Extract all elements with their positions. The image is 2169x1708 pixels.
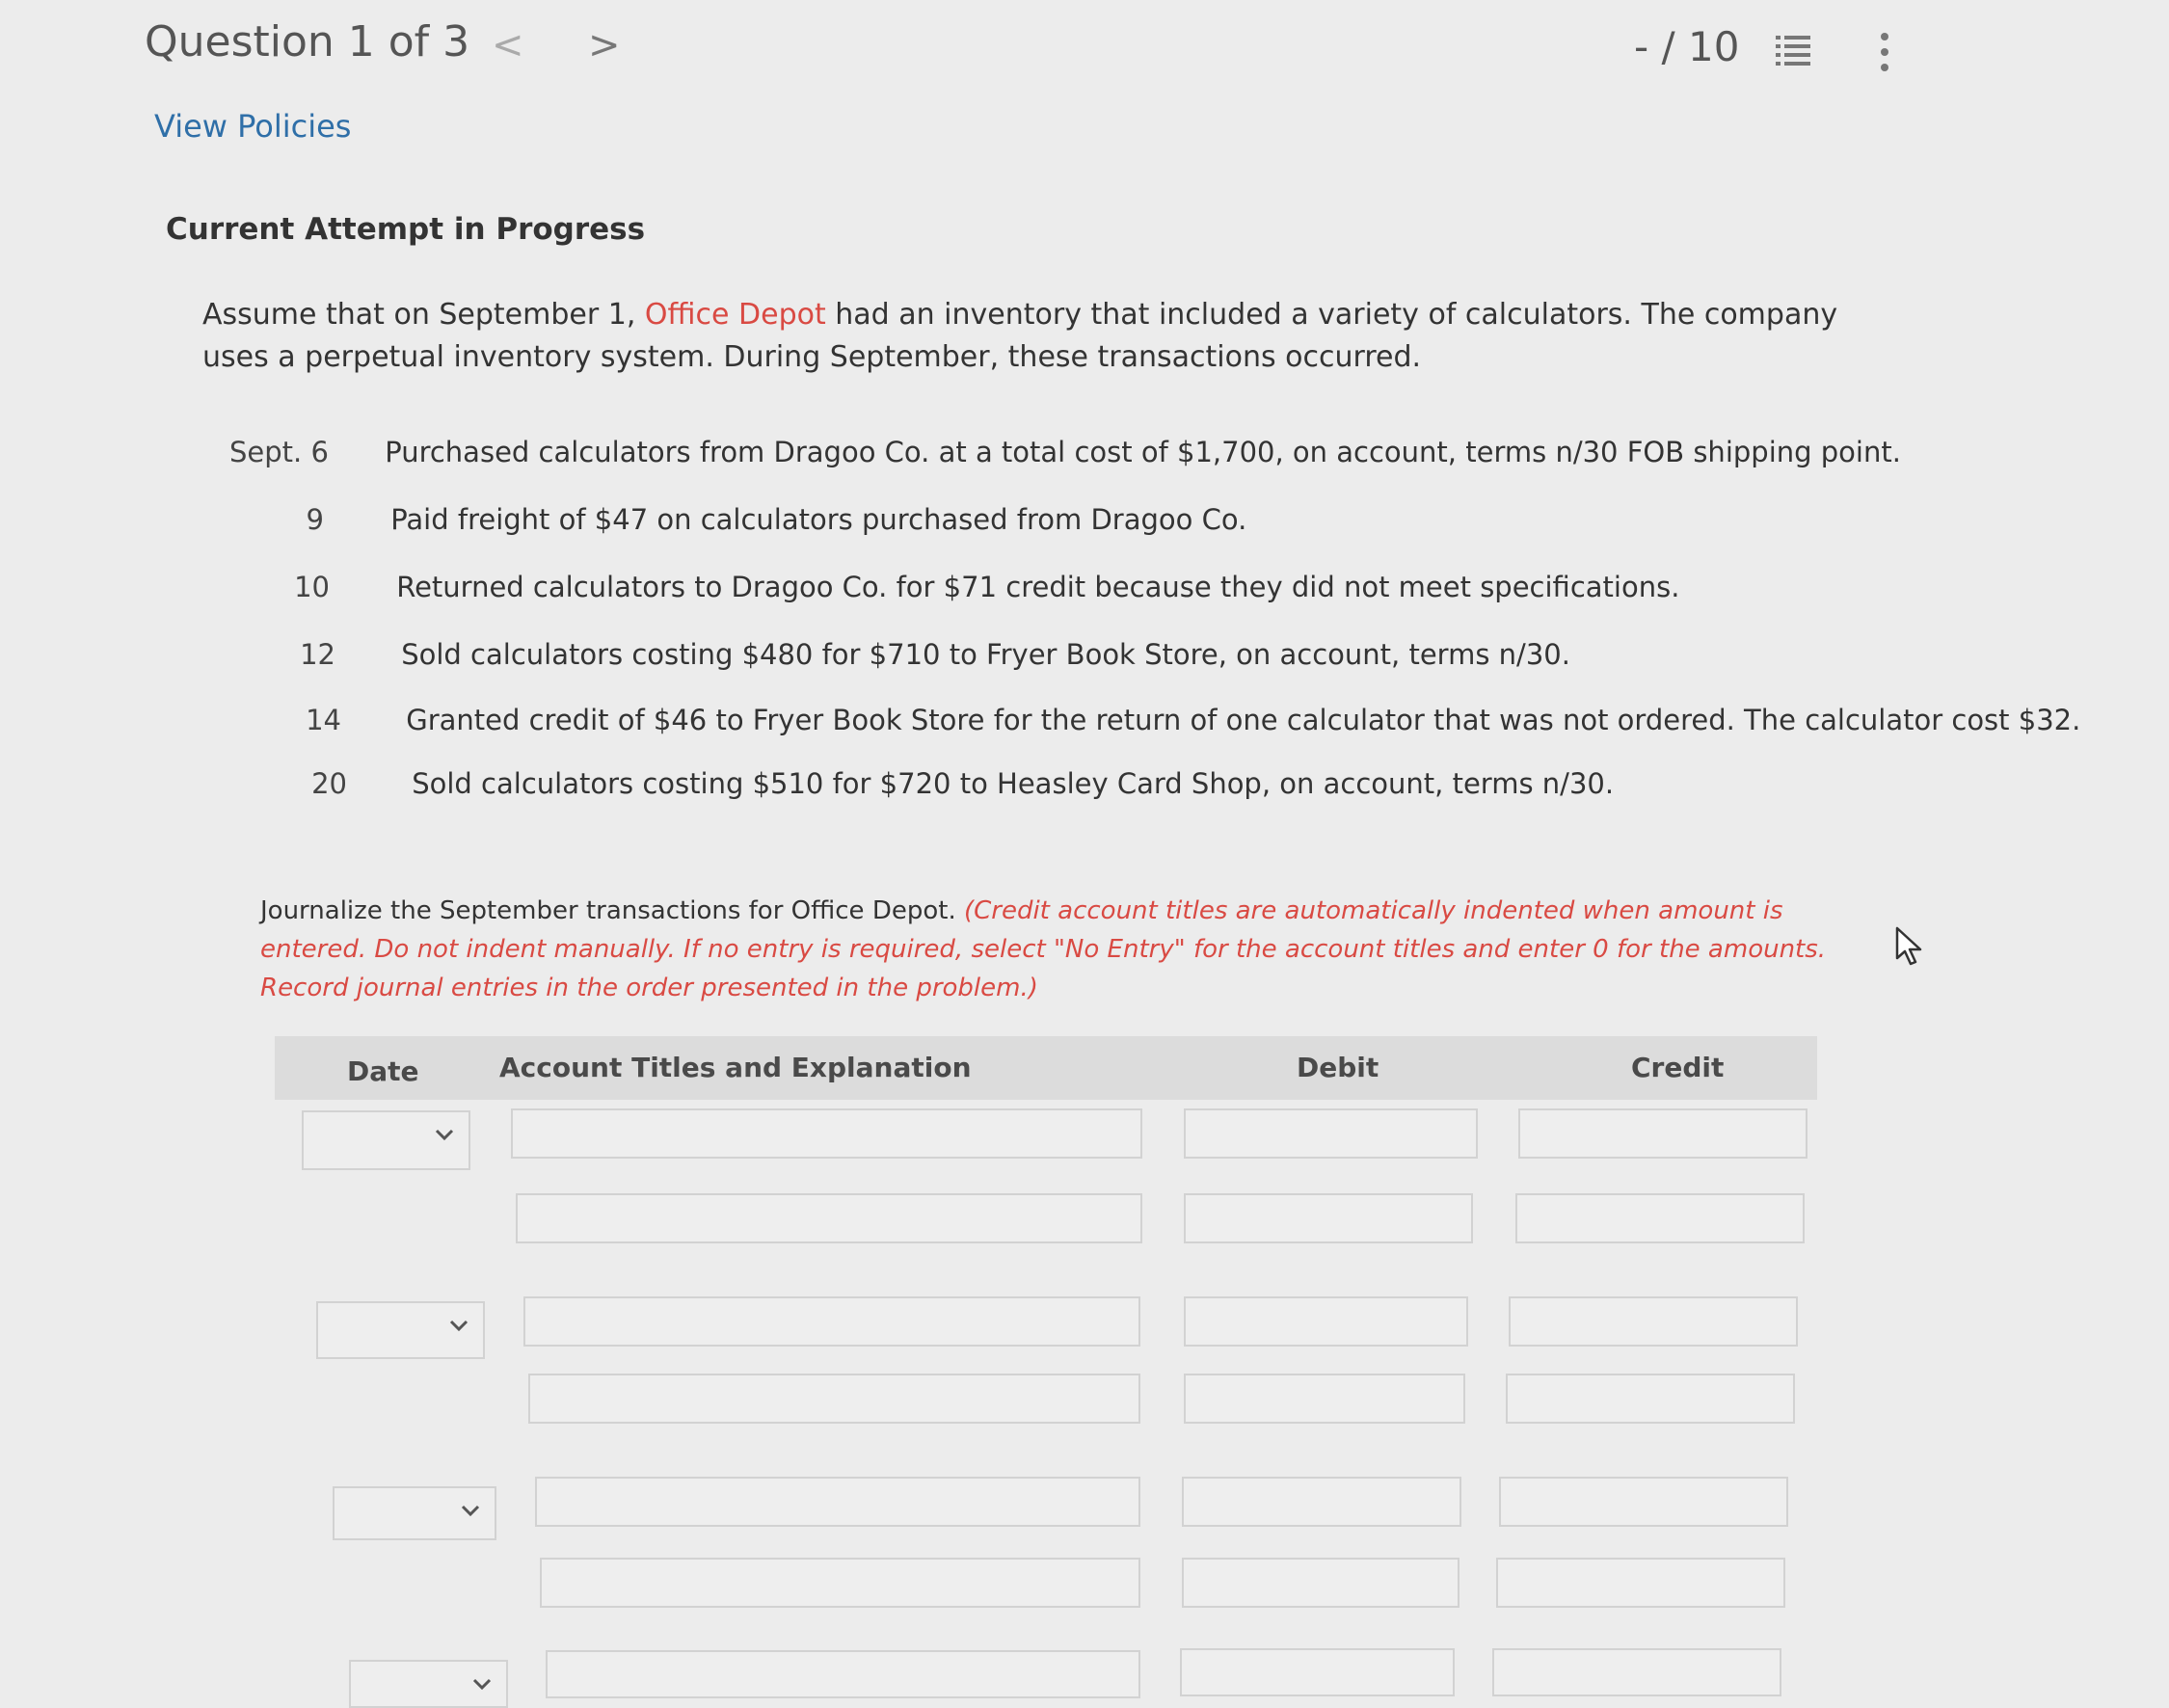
debit-input[interactable] bbox=[1182, 1477, 1461, 1527]
attempt-status: Current Attempt in Progress bbox=[166, 212, 646, 247]
credit-input[interactable] bbox=[1499, 1477, 1788, 1527]
credit-input[interactable] bbox=[1506, 1374, 1795, 1424]
debit-input[interactable] bbox=[1184, 1374, 1465, 1424]
transaction-text: Sold calculators costing $510 for $720 t… bbox=[412, 767, 1615, 800]
instructions-text: Journalize the September transactions fo… bbox=[260, 896, 964, 925]
journal-table-header: Date Account Titles and Explanation Debi… bbox=[275, 1036, 1817, 1100]
transaction-row: 9 Paid freight of $47 on calculators pur… bbox=[229, 503, 1247, 536]
list-icon[interactable] bbox=[1774, 33, 1812, 69]
credit-input[interactable] bbox=[1509, 1296, 1798, 1347]
date-select[interactable] bbox=[333, 1486, 496, 1540]
credit-input[interactable] bbox=[1496, 1558, 1785, 1608]
transaction-row: Sept. 6 Purchased calculators from Drago… bbox=[229, 436, 1901, 468]
next-question-button[interactable]: > bbox=[588, 23, 621, 67]
transaction-row: 20 Sold calculators costing $510 for $72… bbox=[229, 767, 1614, 800]
account-title-input[interactable] bbox=[535, 1477, 1140, 1527]
account-title-input[interactable] bbox=[540, 1558, 1140, 1608]
debit-column-header: Debit bbox=[1297, 1052, 1379, 1083]
problem-intro: Assume that on September 1, Office Depot… bbox=[202, 294, 1841, 379]
question-counter: Question 1 of 3 bbox=[145, 17, 470, 67]
page: Question 1 of 3 < > - / 10 View Policies… bbox=[0, 0, 2169, 1708]
debit-input[interactable] bbox=[1182, 1558, 1459, 1608]
date-select[interactable] bbox=[302, 1110, 470, 1170]
transaction-row: 10 Returned calculators to Dragoo Co. fo… bbox=[229, 571, 1679, 603]
transaction-text: Returned calculators to Dragoo Co. for $… bbox=[396, 571, 1680, 603]
mouse-cursor-icon bbox=[1895, 926, 1922, 966]
chevron-down-icon bbox=[435, 1129, 454, 1141]
date-column-header: Date bbox=[347, 1055, 419, 1087]
chevron-down-icon bbox=[472, 1678, 492, 1691]
transaction-date: 10 bbox=[294, 571, 330, 603]
account-title-input[interactable] bbox=[511, 1108, 1142, 1159]
credit-column-header: Credit bbox=[1631, 1052, 1725, 1083]
transaction-text: Purchased calculators from Dragoo Co. at… bbox=[385, 436, 1901, 468]
account-title-input[interactable] bbox=[516, 1193, 1142, 1243]
credit-input[interactable] bbox=[1492, 1648, 1781, 1696]
transaction-date: 20 bbox=[311, 767, 347, 800]
debit-input[interactable] bbox=[1184, 1296, 1468, 1347]
transaction-date: 9 bbox=[306, 503, 324, 536]
account-title-input[interactable] bbox=[523, 1296, 1140, 1347]
transaction-row: 14 Granted credit of $46 to Fryer Book S… bbox=[229, 704, 2080, 736]
score-display: - / 10 bbox=[1634, 23, 1740, 70]
debit-input[interactable] bbox=[1180, 1648, 1455, 1696]
date-select[interactable] bbox=[316, 1301, 485, 1359]
company-name: Office Depot bbox=[644, 298, 826, 332]
transaction-text: Granted credit of $46 to Fryer Book Stor… bbox=[406, 704, 2081, 736]
transaction-date: 12 bbox=[300, 638, 335, 671]
debit-input[interactable] bbox=[1184, 1108, 1478, 1159]
account-column-header: Account Titles and Explanation bbox=[499, 1052, 972, 1083]
instructions: Journalize the September transactions fo… bbox=[260, 892, 1832, 1007]
view-policies-link[interactable]: View Policies bbox=[154, 108, 351, 145]
transaction-text: Paid freight of $47 on calculators purch… bbox=[390, 503, 1247, 536]
kebab-icon[interactable] bbox=[1875, 31, 1894, 73]
question-header: Question 1 of 3 < > - / 10 bbox=[145, 10, 1928, 96]
credit-input[interactable] bbox=[1518, 1108, 1808, 1159]
transaction-text: Sold calculators costing $480 for $710 t… bbox=[401, 638, 1570, 671]
account-title-input[interactable] bbox=[528, 1374, 1140, 1424]
transaction-date: Sept. 6 bbox=[229, 436, 329, 468]
debit-input[interactable] bbox=[1184, 1193, 1473, 1243]
previous-question-button[interactable]: < bbox=[492, 23, 524, 67]
transaction-row: 12 Sold calculators costing $480 for $71… bbox=[229, 638, 1570, 671]
transaction-date: 14 bbox=[306, 704, 341, 736]
date-select[interactable] bbox=[349, 1660, 508, 1708]
credit-input[interactable] bbox=[1515, 1193, 1805, 1243]
account-title-input[interactable] bbox=[546, 1650, 1140, 1698]
intro-text-1: Assume that on September 1, bbox=[202, 298, 645, 332]
chevron-down-icon bbox=[461, 1505, 480, 1517]
chevron-down-icon bbox=[449, 1320, 469, 1332]
